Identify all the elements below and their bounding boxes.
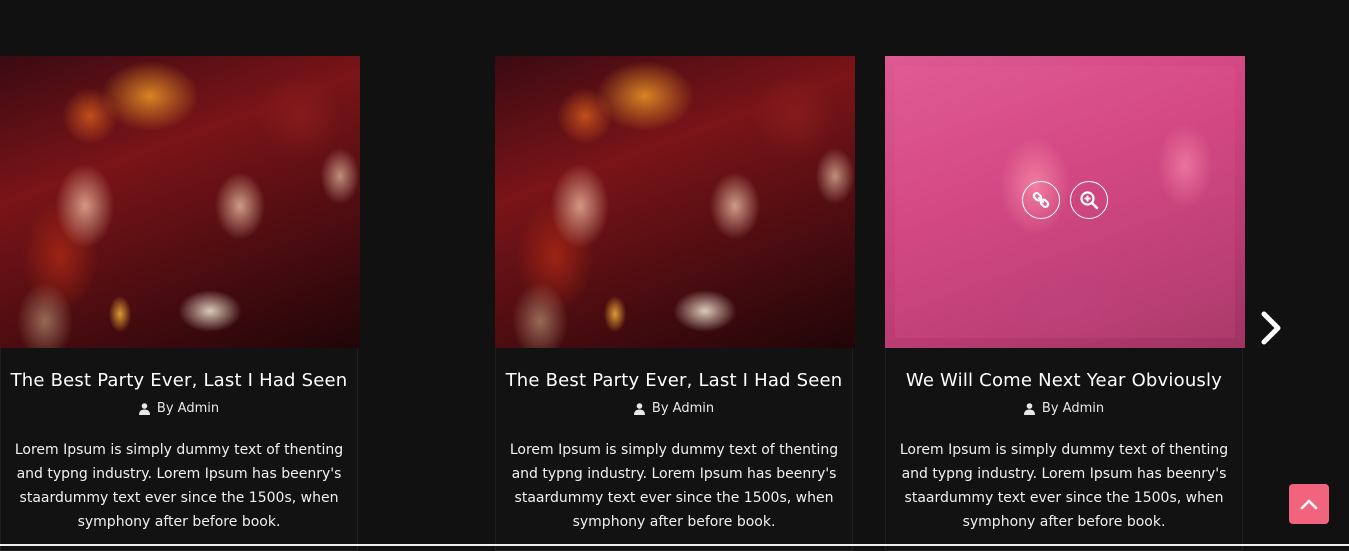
scroll-to-top-button[interactable]: [1289, 484, 1329, 524]
card-excerpt: Lorem Ipsum is simply dummy text of then…: [14, 442, 344, 530]
user-icon: [138, 402, 150, 415]
author-label[interactable]: By Admin: [652, 401, 714, 416]
user-icon: [633, 402, 645, 415]
carousel-next-button[interactable]: [1251, 306, 1291, 350]
card-image[interactable]: [885, 56, 1245, 348]
card-image[interactable]: [495, 56, 855, 348]
card-excerpt: Lorem Ipsum is simply dummy text of then…: [509, 442, 839, 530]
card-image[interactable]: [0, 56, 360, 348]
card-excerpt: Lorem Ipsum is simply dummy text of then…: [899, 442, 1229, 530]
user-icon: [1023, 402, 1035, 415]
card-title[interactable]: We Will Come Next Year Obviously: [886, 370, 1242, 391]
chevron-right-icon: [1261, 311, 1281, 345]
party-photo: [495, 56, 855, 348]
hover-overlay: [885, 56, 1245, 348]
card-author: By Admin: [1, 401, 357, 416]
card-title[interactable]: The Best Party Ever, Last I Had Seen: [1, 370, 357, 391]
blog-card: We Will Come Next Year Obviously By Admi…: [885, 56, 1245, 551]
zoom-button[interactable]: [1070, 181, 1108, 219]
link-button[interactable]: [1022, 181, 1060, 219]
chevron-up-icon: [1300, 499, 1318, 510]
blog-carousel: The Best Party Ever, Last I Had Seen By …: [0, 0, 1349, 551]
overlay-actions: [885, 181, 1245, 219]
card-author: By Admin: [496, 401, 852, 416]
author-label[interactable]: By Admin: [1042, 401, 1104, 416]
author-label[interactable]: By Admin: [157, 401, 219, 416]
party-photo: [0, 56, 360, 348]
card-author: By Admin: [886, 401, 1242, 416]
blog-card: The Best Party Ever, Last I Had Seen By …: [495, 56, 855, 551]
zoom-in-icon: [1080, 191, 1099, 210]
link-icon: [1032, 191, 1050, 209]
card-title[interactable]: The Best Party Ever, Last I Had Seen: [496, 370, 852, 391]
blog-card: The Best Party Ever, Last I Had Seen By …: [0, 56, 360, 551]
